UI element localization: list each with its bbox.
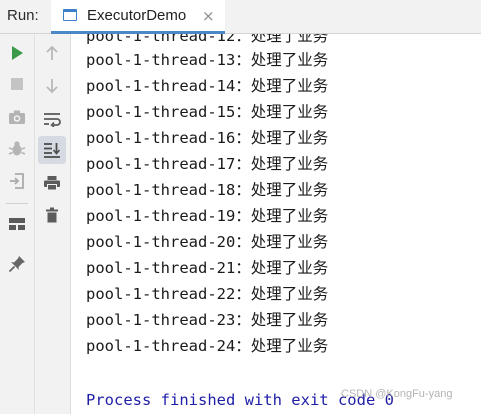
console-line: pool-1-thread-22：处理了业务 [86, 285, 329, 303]
rerun-button[interactable] [3, 39, 31, 67]
pin-tab-button[interactable] [3, 250, 31, 278]
console-line: pool-1-thread-13：处理了业务 [86, 51, 329, 69]
layout-icon [9, 218, 25, 230]
run-tool-window-header: Run: ExecutorDemo × [0, 0, 481, 34]
arrow-down-icon [46, 79, 58, 94]
soft-wrap-icon [44, 113, 61, 127]
login-icon [10, 173, 24, 189]
camera-icon [9, 110, 25, 124]
layout-settings-button[interactable] [3, 210, 31, 238]
tab-executor-demo[interactable]: ExecutorDemo × [51, 0, 225, 34]
console-tab-icon [63, 9, 77, 21]
next-occurrence-button[interactable] [38, 72, 66, 100]
soft-wrap-button[interactable] [38, 105, 66, 133]
debug-button[interactable] [3, 135, 31, 163]
console-line: pool-1-thread-12：处理了业务 [86, 34, 329, 45]
console-line: pool-1-thread-14：处理了业务 [86, 77, 329, 95]
run-toolbar-secondary [35, 34, 71, 414]
print-icon [44, 176, 60, 191]
console-line: pool-1-thread-19：处理了业务 [86, 207, 329, 225]
console-line: pool-1-thread-23：处理了业务 [86, 311, 329, 329]
previous-occurrence-button[interactable] [38, 39, 66, 67]
close-icon[interactable]: × [202, 7, 215, 25]
scroll-to-end-icon [44, 143, 61, 158]
console-line: pool-1-thread-24：处理了业务 [86, 337, 329, 355]
console-line: pool-1-thread-15：处理了业务 [86, 103, 329, 121]
console-line: pool-1-thread-20：处理了业务 [86, 233, 329, 251]
restore-layout-button[interactable] [3, 167, 31, 195]
console-line: pool-1-thread-18：处理了业务 [86, 181, 329, 199]
stop-button[interactable] [3, 70, 31, 98]
console-line: pool-1-thread-21：处理了业务 [86, 259, 329, 277]
run-icon [12, 46, 23, 60]
debug-icon [8, 141, 26, 156]
dump-threads-button[interactable] [3, 103, 31, 131]
run-toolbar-primary [0, 34, 35, 414]
watermark: CSDN @KongFu-yang [341, 388, 453, 400]
stop-icon [11, 78, 23, 90]
clear-all-button[interactable] [38, 201, 66, 229]
console-output[interactable]: pool-1-thread-12：处理了业务 pool-1-thread-13：… [71, 34, 481, 414]
scroll-to-end-button[interactable] [38, 136, 66, 164]
pin-icon [8, 256, 25, 273]
arrow-up-icon [46, 45, 58, 60]
console-line: pool-1-thread-16：处理了业务 [86, 129, 329, 147]
toolbar-divider [6, 203, 28, 204]
console-line: pool-1-thread-17：处理了业务 [86, 155, 329, 173]
run-label: Run: [7, 7, 39, 24]
tab-title: ExecutorDemo [87, 7, 187, 24]
trash-icon [46, 207, 58, 223]
print-button[interactable] [38, 169, 66, 197]
